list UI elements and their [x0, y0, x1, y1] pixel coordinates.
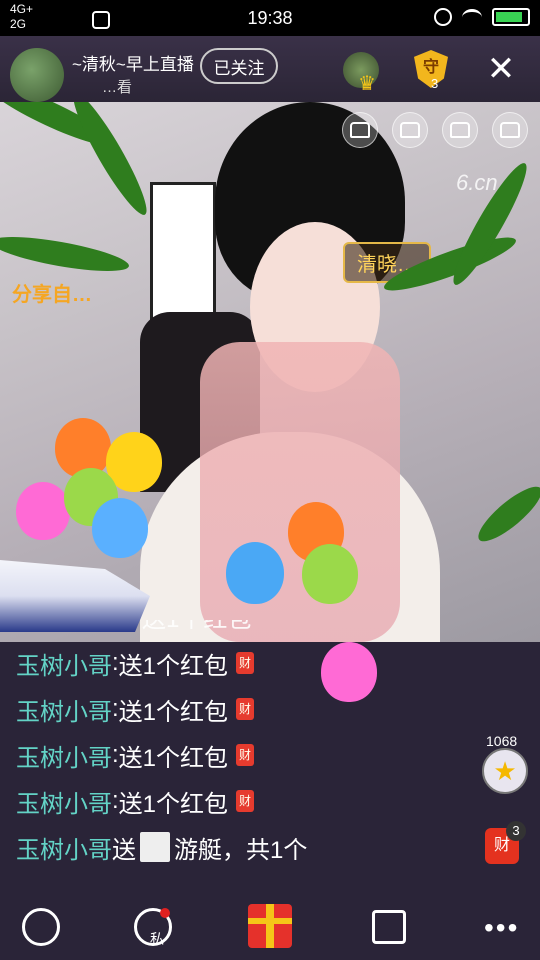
chat-username[interactable]: 玉树小哥 [16, 646, 112, 681]
red-envelope-icon: 财 [236, 744, 255, 766]
chat-username[interactable]: 玉树小哥 [16, 738, 112, 773]
chat-username[interactable]: 玉树小哥 [16, 784, 112, 819]
mic-seat-icon[interactable] [442, 112, 478, 148]
chat-username[interactable]: 玉树小哥 [16, 830, 112, 865]
chat-message: 玉树小哥: 送1个红包财 [16, 732, 476, 778]
host-name[interactable]: ~清秋~早上直播 [72, 50, 194, 75]
star-rank-button[interactable]: ★ [482, 748, 528, 794]
status-icons [434, 8, 530, 26]
bottom-toolbar: 私 ••• [0, 896, 540, 960]
host-avatar[interactable] [10, 48, 64, 102]
more-icon[interactable]: ••• [484, 912, 519, 944]
chat-separator: : [112, 787, 119, 814]
palm-leaf [471, 479, 540, 549]
chat-text: 送1个红包 [118, 790, 229, 818]
chat-bubble-icon[interactable] [22, 908, 60, 946]
unread-dot [160, 908, 170, 918]
chat-separator: : [112, 695, 119, 722]
balloon [226, 542, 284, 604]
room-header: ~清秋~早上直播 …看 已关注 ♛ 守 3 ✕ [0, 36, 540, 102]
crown-icon: ♛ [358, 73, 376, 95]
rank-count: 1068 [486, 733, 518, 749]
chat-gift-text: 游艇，共1个 [174, 836, 308, 864]
close-icon[interactable]: ✕ [484, 52, 518, 86]
chat-text: 送1个红包 [118, 744, 229, 772]
mic-seat-icon[interactable] [392, 112, 428, 148]
chat-separator: : [112, 649, 119, 676]
chat-message: 玉树小哥: 送1个红包财 [16, 640, 476, 686]
chat-list: 送1个红包 玉树小哥: 送1个红包财 玉树小哥: 送1个红包财 玉树小哥: 送1… [16, 620, 476, 870]
wifi-icon [462, 8, 482, 26]
chat-separator: : [112, 741, 119, 768]
chat-username[interactable]: 玉树小哥 [16, 692, 112, 727]
red-envelope-icon: 财 [236, 652, 255, 674]
status-bar: 4G+ 2G 19:38 [0, 0, 540, 36]
mic-seat-icon[interactable] [492, 112, 528, 148]
host-subtitle: …看 [102, 79, 133, 96]
guard-count: 3 [431, 76, 439, 91]
fortune-badge: 3 [506, 821, 526, 841]
share-label: 分享自… [12, 284, 92, 306]
chat-text: 送1个红包 [118, 652, 229, 680]
chat-message: 玉树小哥: 送1个红包财 [16, 778, 476, 824]
share-icon[interactable] [372, 910, 406, 944]
chat-partial-line: 送1个红包 [16, 620, 476, 640]
private-chat-label: 私 [150, 931, 164, 947]
watermark: 6.cn [456, 170, 498, 195]
chat-gift-message: 玉树小哥送 游艇，共1个 [16, 824, 476, 870]
mic-seat-icon[interactable] [342, 112, 378, 148]
palm-leaf [0, 230, 132, 278]
video-stream[interactable]: 6.cn 清晓… 分享自… [0, 102, 540, 642]
star-icon: ★ [493, 755, 517, 786]
battery-icon [492, 8, 530, 26]
alarm-icon [434, 8, 452, 26]
streamer-scarf [200, 342, 400, 642]
gift-icon [140, 832, 170, 862]
chat-verb: 送 [112, 836, 136, 864]
follow-button[interactable]: 已关注 [200, 48, 278, 84]
chat-text: 送1个红包 [118, 698, 229, 726]
balloon [92, 498, 148, 558]
balloon [302, 544, 358, 604]
balloon [16, 482, 70, 540]
mic-seats [342, 112, 528, 148]
red-envelope-icon: 财 [236, 790, 255, 812]
red-envelope-icon: 财 [236, 698, 255, 720]
chat-message: 玉树小哥: 送1个红包财 [16, 686, 476, 732]
gift-box-icon[interactable] [248, 904, 292, 948]
